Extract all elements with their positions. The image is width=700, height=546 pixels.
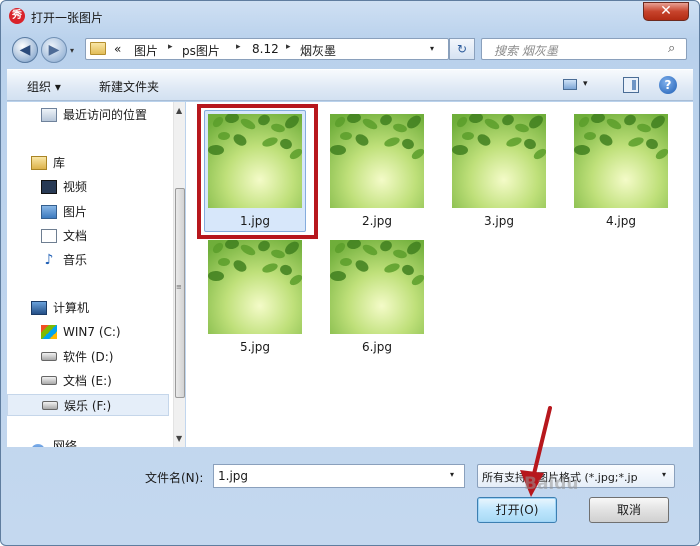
preview-pane-button[interactable]: [623, 77, 639, 93]
file-item[interactable]: 6.jpg: [322, 232, 432, 360]
window-title: 打开一张图片: [31, 11, 104, 25]
file-item[interactable]: 4.jpg: [566, 106, 676, 234]
sidebar-item-label: 娱乐 (F:): [64, 399, 112, 413]
breadcrumb-item[interactable]: ps图片: [182, 42, 220, 59]
new-folder-button[interactable]: 新建文件夹: [99, 78, 159, 95]
open-file-dialog: 秀 打开一张图片 ✕ ◀ ▶ ▾ « 图片 ▸ ps图片 ▸ 8.12 ▸ 烟灰…: [0, 0, 700, 546]
sidebar-item-videos[interactable]: 视频: [7, 176, 169, 198]
sidebar-item-label: 文档: [63, 229, 88, 243]
app-icon: 秀: [9, 8, 25, 24]
navigation-pane: 最近访问的位置 库 视频 图片 文档 ♪ 音乐 计算机 WIN7 (C:) 软件…: [7, 102, 185, 447]
organize-button[interactable]: 组织 ▾: [27, 78, 61, 95]
scroll-up-icon[interactable]: ▲: [176, 106, 182, 115]
title-bar: 秀 打开一张图片 ✕: [1, 1, 699, 33]
recent-places-icon: [41, 108, 57, 122]
command-toolbar: 组织 ▾ 新建文件夹 ▾ ?: [7, 69, 693, 101]
pictures-icon: [41, 205, 57, 219]
refresh-button[interactable]: ↻: [449, 38, 475, 60]
drive-icon: [42, 401, 58, 410]
sidebar-item-documents[interactable]: 文档: [7, 225, 169, 247]
breadcrumb-separator[interactable]: ▸: [286, 42, 291, 52]
dialog-footer: 文件名(N): 1.jpg ▾ 所有支持的图片格式 (*.jpg;*.jp ▾ …: [7, 447, 693, 541]
watermark: Baidu: [524, 474, 579, 494]
sidebar-item-label: 计算机: [53, 301, 90, 315]
breadcrumb-overflow[interactable]: «: [114, 42, 121, 56]
computer-icon: [31, 301, 47, 315]
drive-icon: [41, 376, 57, 385]
windows-drive-icon: [41, 325, 57, 339]
sidebar-item-pictures[interactable]: 图片: [7, 201, 169, 223]
sidebar-item-network[interactable]: 网络: [7, 440, 169, 447]
open-button[interactable]: 打开(O): [477, 497, 557, 523]
view-icon: [563, 79, 577, 90]
filename-value: 1.jpg: [218, 469, 249, 483]
address-dropdown[interactable]: ▾: [430, 44, 434, 53]
annotation-highlight-box: [197, 104, 318, 239]
change-view-button[interactable]: ▾: [563, 78, 595, 94]
scroll-down-icon[interactable]: ▼: [176, 434, 182, 443]
image-thumbnail: [330, 240, 424, 334]
image-thumbnail: [330, 114, 424, 208]
sidebar-item-drive-d[interactable]: 软件 (D:): [7, 346, 169, 368]
library-icon: [31, 156, 47, 170]
sidebar-item-computer[interactable]: 计算机: [7, 297, 169, 319]
filename-input[interactable]: 1.jpg ▾: [213, 464, 465, 488]
recent-locations-dropdown[interactable]: ▾: [70, 46, 80, 56]
breadcrumb-item[interactable]: 图片: [134, 42, 158, 59]
back-button[interactable]: ◀: [12, 37, 38, 63]
sidebar-item-label: 最近访问的位置: [63, 108, 148, 122]
grip-icon: ≡: [176, 283, 182, 291]
address-bar[interactable]: « 图片 ▸ ps图片 ▸ 8.12 ▸ 烟灰墨 ▾: [85, 38, 449, 60]
sidebar-item-library[interactable]: 库: [7, 152, 169, 174]
sidebar-item-drive-f[interactable]: 娱乐 (F:): [7, 394, 169, 416]
sidebar-item-label: 音乐: [63, 253, 88, 267]
sidebar-item-drive-e[interactable]: 文档 (E:): [7, 370, 169, 392]
sidebar-item-recent-places[interactable]: 最近访问的位置: [7, 104, 169, 126]
scroll-thumb[interactable]: [175, 188, 185, 398]
search-input[interactable]: 搜索 烟灰墨 ⌕: [481, 38, 687, 60]
image-thumbnail: [208, 240, 302, 334]
sidebar-scrollbar[interactable]: ▲ ≡ ▼: [173, 102, 185, 447]
music-icon: ♪: [44, 252, 54, 268]
image-thumbnail: [574, 114, 668, 208]
search-placeholder: 搜索 烟灰墨: [494, 44, 558, 58]
sidebar-item-drive-c[interactable]: WIN7 (C:): [7, 321, 169, 343]
close-button[interactable]: ✕: [643, 2, 689, 21]
chevron-down-icon[interactable]: ▾: [450, 470, 454, 479]
sidebar-item-label: 库: [53, 156, 66, 170]
breadcrumb-separator[interactable]: ▸: [168, 42, 173, 52]
file-name: 3.jpg: [483, 214, 515, 228]
folder-icon: [90, 42, 106, 55]
search-icon[interactable]: ⌕: [668, 41, 684, 57]
cancel-button[interactable]: 取消: [589, 497, 669, 523]
chevron-down-icon[interactable]: ▾: [662, 470, 666, 479]
breadcrumb-item[interactable]: 烟灰墨: [300, 42, 336, 59]
breadcrumb-item[interactable]: 8.12: [252, 42, 279, 56]
sidebar-item-label: 文档 (E:): [63, 374, 112, 388]
sidebar-item-label: 视频: [63, 180, 88, 194]
filename-label: 文件名(N):: [145, 471, 204, 485]
file-name: 4.jpg: [605, 214, 637, 228]
drive-icon: [41, 352, 57, 361]
sidebar-item-label: 软件 (D:): [63, 350, 114, 364]
file-name: 6.jpg: [361, 340, 393, 354]
documents-icon: [41, 229, 57, 243]
sidebar-item-label: 图片: [63, 205, 88, 219]
file-item[interactable]: 3.jpg: [444, 106, 554, 234]
sidebar-item-music[interactable]: ♪ 音乐: [7, 249, 169, 271]
file-name: 2.jpg: [361, 214, 393, 228]
forward-button[interactable]: ▶: [41, 37, 67, 63]
file-item[interactable]: 5.jpg: [200, 232, 310, 360]
file-name: 5.jpg: [239, 340, 271, 354]
help-icon[interactable]: ?: [659, 76, 677, 94]
sidebar-item-label: WIN7 (C:): [63, 325, 121, 339]
chevron-down-icon[interactable]: ▾: [583, 79, 588, 89]
sidebar-item-label: 网络: [53, 440, 78, 447]
image-thumbnail: [452, 114, 546, 208]
file-item[interactable]: 2.jpg: [322, 106, 432, 234]
video-icon: [41, 180, 57, 194]
navigation-bar: ◀ ▶ ▾ « 图片 ▸ ps图片 ▸ 8.12 ▸ 烟灰墨 ▾ ↻ 搜索 烟灰…: [7, 33, 693, 65]
breadcrumb-separator[interactable]: ▸: [236, 42, 241, 52]
